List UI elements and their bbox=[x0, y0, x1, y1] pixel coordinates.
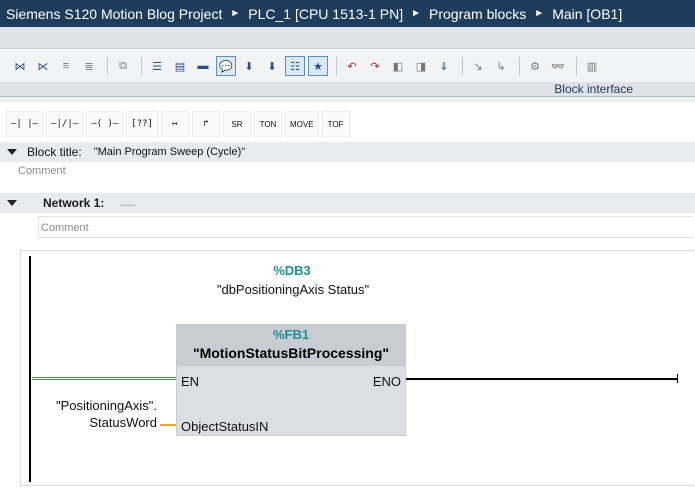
monitor-icon[interactable]: ◧ bbox=[388, 56, 408, 76]
block-title-label: Block title: bbox=[27, 145, 82, 159]
collapse-caret-icon[interactable] bbox=[7, 149, 17, 155]
delete-network-icon[interactable]: ⋉ bbox=[33, 56, 53, 76]
previous-error-icon[interactable]: ↷ bbox=[365, 56, 385, 76]
editor-toolbar: ⋈ ⋉ ≡ ≣ ⧉ ☰ ▤ ▬ 💬 ⬇ ⬇ ☷ ★ ↶ ↷ ◧ ◨ ⇓ ↘ ↳ … bbox=[0, 50, 695, 82]
sr-box-button[interactable]: SR bbox=[222, 111, 251, 137]
close-branch-icon[interactable]: ↱ bbox=[191, 111, 220, 137]
block-settings-icon[interactable]: ⚙ bbox=[525, 56, 545, 76]
breadcrumb-separator-icon: ► bbox=[230, 8, 241, 19]
normally-open-contact-icon[interactable]: —| |— bbox=[6, 111, 44, 137]
breadcrumb-folder[interactable]: Program blocks bbox=[429, 6, 526, 22]
eno-connection-wire[interactable] bbox=[406, 378, 678, 380]
absolute-symbolic-icon[interactable]: ☰ bbox=[147, 56, 167, 76]
block-interface-bar[interactable]: Block interface bbox=[0, 82, 695, 96]
network-comment-field[interactable]: Comment bbox=[38, 216, 693, 238]
toolbar-separator bbox=[336, 57, 337, 75]
block-title-row[interactable]: Block title: "Main Program Sweep (Cycle)… bbox=[0, 142, 695, 162]
block-title-value[interactable]: "Main Program Sweep (Cycle)" bbox=[94, 146, 245, 158]
network-header[interactable]: Network 1: ..... bbox=[0, 193, 695, 213]
insert-row-icon[interactable]: ≡ bbox=[56, 56, 76, 76]
network-title-field[interactable]: ..... bbox=[120, 197, 135, 209]
parameter-operand[interactable]: "PositioningAxis". StatusWord bbox=[30, 397, 157, 431]
call-hierarchy-icon[interactable]: ⬇ bbox=[262, 56, 282, 76]
ton-box-button[interactable]: TON bbox=[253, 111, 282, 137]
function-block-header: %FB1 "MotionStatusBitProcessing" bbox=[177, 325, 405, 366]
function-block-name: "MotionStatusBitProcessing" bbox=[192, 345, 390, 361]
parameter-connection-wire[interactable] bbox=[160, 424, 176, 426]
toolbar-separator bbox=[519, 57, 520, 75]
toolbar-separator bbox=[576, 57, 577, 75]
pin-eno[interactable]: ENO bbox=[373, 374, 401, 389]
toolbar-separator bbox=[141, 57, 142, 75]
normally-closed-contact-icon[interactable]: —|/|— bbox=[46, 111, 84, 137]
networks-overview-icon[interactable]: ☷ bbox=[285, 56, 305, 76]
empty-box-icon[interactable]: [??] bbox=[126, 111, 158, 137]
go-to-error-icon[interactable]: ↶ bbox=[342, 56, 362, 76]
ladder-favorites-bar: —| |— —|/|— —( )— [??] ↦ ↱ SR TON MOVE T… bbox=[0, 108, 695, 140]
instance-db-address[interactable]: %DB3 bbox=[255, 263, 329, 278]
block-interface-label[interactable]: Block interface bbox=[554, 82, 633, 96]
watch-icon[interactable]: ↳ bbox=[491, 56, 511, 76]
tof-box-button[interactable]: TOF bbox=[321, 111, 350, 137]
move-box-button[interactable]: MOVE bbox=[284, 111, 319, 137]
block-comment-field[interactable]: Comment bbox=[18, 165, 66, 177]
pin-en[interactable]: EN bbox=[181, 374, 199, 389]
show-favorites-icon[interactable]: ▤ bbox=[170, 56, 190, 76]
breadcrumb-project[interactable]: Siemens S120 Motion Blog Project bbox=[6, 6, 222, 22]
breadcrumb-separator-icon: ► bbox=[411, 8, 422, 19]
program-status-icon[interactable]: ▬ bbox=[193, 56, 213, 76]
toolbar-separator bbox=[462, 57, 463, 75]
collapse-caret-icon[interactable] bbox=[7, 200, 17, 206]
interface-splitter[interactable] bbox=[0, 96, 695, 102]
step-into-icon[interactable]: ↘ bbox=[468, 56, 488, 76]
breadcrumb-plc[interactable]: PLC_1 [CPU 1513-1 PN] bbox=[248, 6, 403, 22]
compile-icon[interactable]: ◨ bbox=[411, 56, 431, 76]
toolbar-separator bbox=[107, 57, 108, 75]
comments-icon[interactable]: 💬 bbox=[216, 56, 236, 76]
insert-network-icon[interactable]: ⋈ bbox=[10, 56, 30, 76]
compare-icon[interactable]: ⧉ bbox=[113, 56, 133, 76]
output-coil-icon[interactable]: —( )— bbox=[86, 111, 124, 137]
power-rail bbox=[29, 256, 31, 482]
function-block-address: %FB1 bbox=[272, 327, 310, 342]
add-row-icon[interactable]: ≣ bbox=[79, 56, 99, 76]
wire-end-marker bbox=[677, 374, 678, 383]
editor-title-bar: Siemens S120 Motion Blog Project ► PLC_1… bbox=[0, 0, 695, 27]
breadcrumb-block[interactable]: Main [OB1] bbox=[552, 6, 622, 22]
open-branch-icon[interactable]: ↦ bbox=[160, 111, 189, 137]
step-icon[interactable]: ⇓ bbox=[434, 56, 454, 76]
pin-object-status-in[interactable]: ObjectStatusIN bbox=[181, 419, 268, 434]
test-icon[interactable]: 👓 bbox=[548, 56, 568, 76]
test-icon[interactable]: ▥ bbox=[582, 56, 602, 76]
instance-db-name[interactable]: "dbPositioningAxis Status" bbox=[210, 282, 376, 298]
en-connection-wire[interactable] bbox=[32, 377, 176, 380]
window-control-strip bbox=[0, 27, 695, 49]
function-block-call[interactable]: %FB1 "MotionStatusBitProcessing" EN ENO … bbox=[176, 324, 406, 436]
favorites-icon[interactable]: ★ bbox=[308, 56, 328, 76]
network-label: Network 1: bbox=[43, 196, 105, 210]
download-icon[interactable]: ⬇ bbox=[239, 56, 259, 76]
breadcrumb-separator-icon: ► bbox=[534, 8, 545, 19]
